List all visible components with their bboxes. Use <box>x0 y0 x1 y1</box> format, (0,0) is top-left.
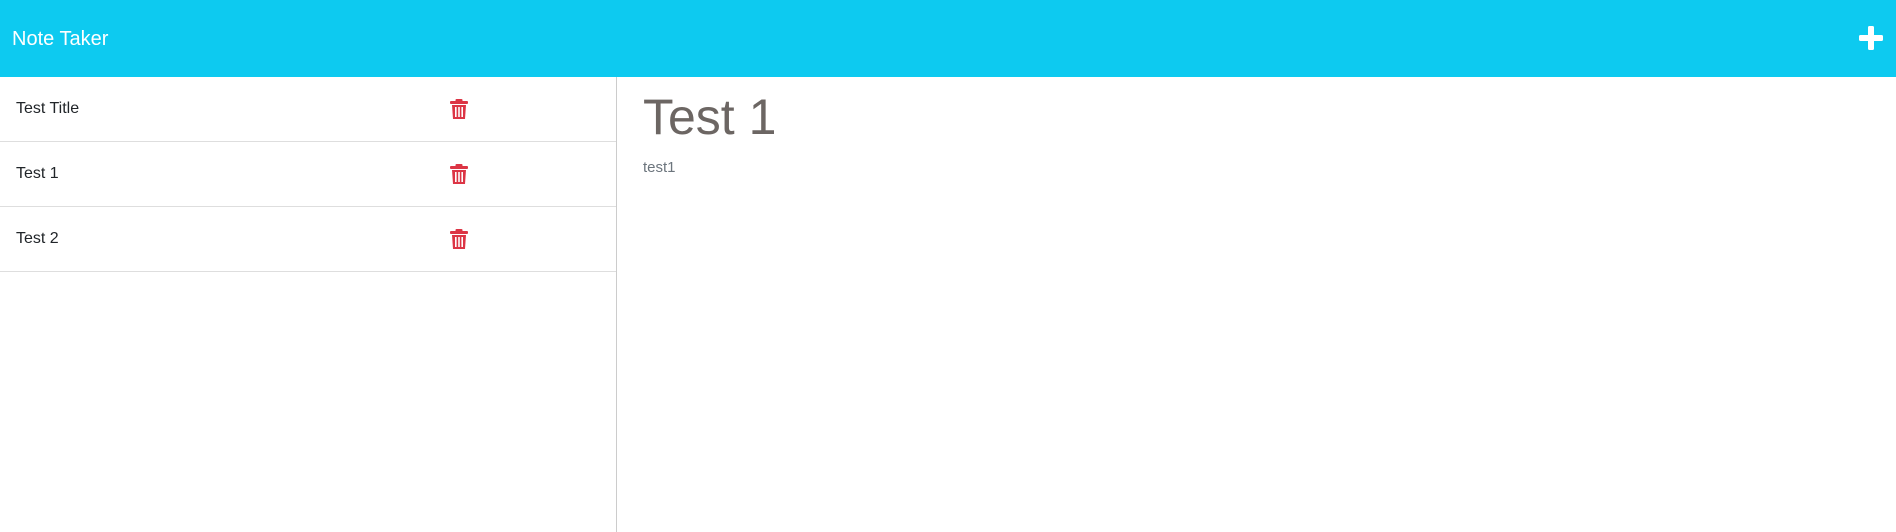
list-item[interactable]: Test 1 <box>0 142 616 207</box>
delete-note-button[interactable] <box>450 164 468 184</box>
list-item[interactable]: Test 2 <box>0 207 616 272</box>
delete-note-button[interactable] <box>450 99 468 119</box>
delete-note-button[interactable] <box>450 229 468 249</box>
plus-icon <box>1859 26 1883 50</box>
note-list: Test Title Test 1 Test 2 <box>0 77 617 532</box>
note-list-item-title: Test 2 <box>16 230 59 247</box>
note-editor: Test 1 test1 <box>618 77 1896 532</box>
list-item[interactable]: Test Title <box>0 77 616 142</box>
note-title-field[interactable]: Test 1 <box>643 87 776 147</box>
navbar: Note Taker <box>0 0 1896 77</box>
trash-icon <box>450 99 468 119</box>
trash-icon <box>450 164 468 184</box>
note-text-field[interactable]: test1 <box>643 159 676 177</box>
note-list-item-title: Test Title <box>16 100 80 117</box>
note-list-item-title: Test 1 <box>16 165 59 182</box>
app-title[interactable]: Note Taker <box>12 27 108 51</box>
trash-icon <box>450 229 468 249</box>
new-note-button[interactable] <box>1858 25 1884 51</box>
